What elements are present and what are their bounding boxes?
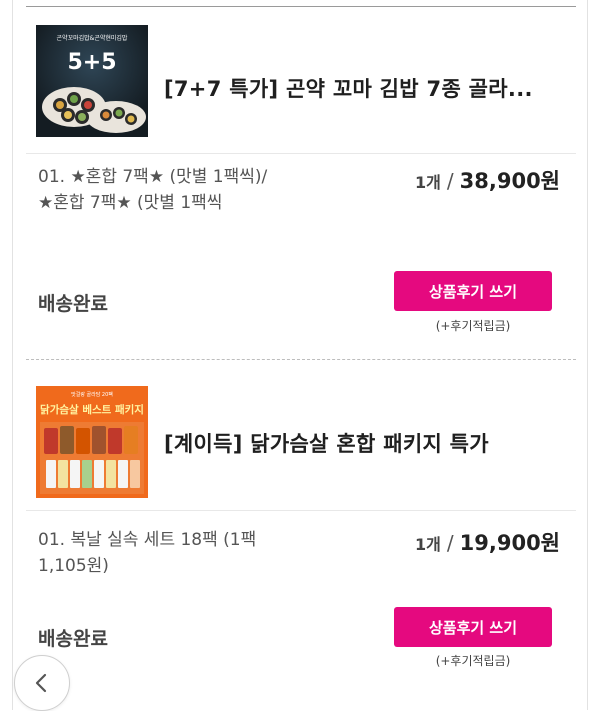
back-button[interactable] (14, 655, 70, 711)
chevron-left-icon (35, 673, 47, 693)
price-line: 1개 /38,900원 (415, 165, 560, 195)
option-text: 01. ★혼합 7팩★ (맛별 1팩씩)/★혼합 7팩★ (맛별 1팩씩 (38, 167, 268, 213)
product-title[interactable]: [7+7 특가] 곤약 꼬마 김밥 7종 골라... (164, 73, 569, 103)
thumb-banner-text: 곤약꼬마김밥&곤약현미김밥 (57, 34, 128, 42)
price: 38,900원 (459, 169, 560, 193)
section-divider (26, 153, 576, 154)
gimbap-product-image[interactable]: 곤약꼬마김밥&곤약현미김밥 5+5 (36, 25, 148, 137)
thumb-promo-text: 5+5 (67, 50, 116, 75)
order-divider (26, 359, 576, 360)
price-separator: / (446, 169, 454, 193)
quantity: 1개 (415, 173, 441, 192)
thumb-banner-text: 맛걸랑 골라담 20팩 (71, 391, 113, 398)
quantity: 1개 (415, 535, 441, 554)
review-reward-note: (+후기적립금) (435, 319, 511, 333)
write-review-button[interactable]: 상품후기 쓰기 (394, 607, 552, 647)
price-separator: / (446, 531, 454, 555)
option-text: 01. 복날 실속 세트 18팩 (1팩 1,105원) (38, 530, 257, 576)
product-title[interactable]: [계이득] 닭가슴살 혼합 패키지 특가 (164, 428, 569, 458)
write-review-button[interactable]: 상품후기 쓰기 (394, 271, 552, 311)
chicken-breast-product-image[interactable]: 맛걸랑 골라담 20팩 닭가슴살 베스트 패키지 (36, 386, 148, 498)
delivery-status: 배송완료 (38, 293, 108, 315)
price: 19,900원 (459, 531, 560, 555)
price-line: 1개 /19,900원 (415, 527, 560, 557)
delivery-status: 배송완료 (38, 628, 108, 650)
review-reward-note: (+후기적립금) (435, 654, 511, 668)
thumb-promo-text: 닭가슴살 베스트 패키지 (40, 403, 144, 416)
top-divider (26, 6, 576, 7)
section-divider (26, 510, 576, 511)
